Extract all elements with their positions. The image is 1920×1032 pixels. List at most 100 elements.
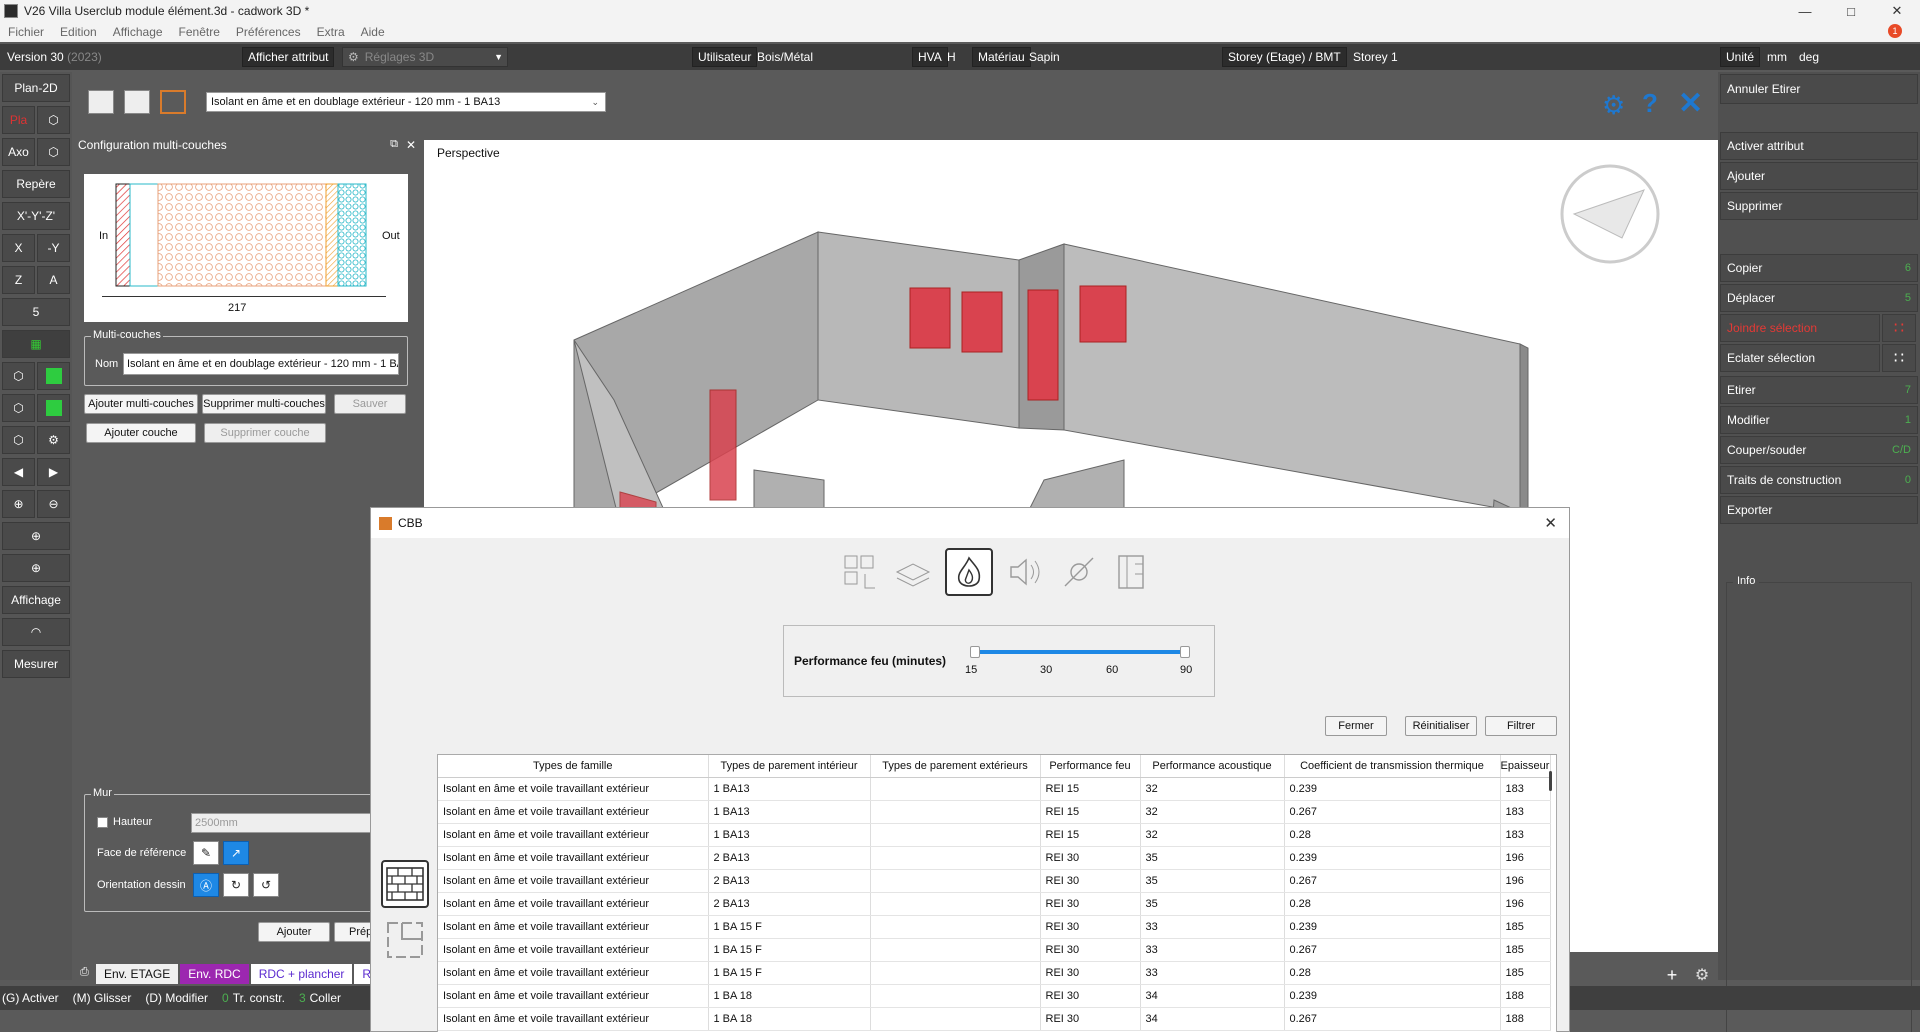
menu-preferences[interactable]: Préférences	[228, 25, 309, 39]
table-row[interactable]: Isolant en âme et voile travaillant exté…	[438, 961, 1551, 985]
table-row[interactable]: Isolant en âme et voile travaillant exté…	[438, 800, 1551, 824]
table-row[interactable]: Isolant en âme et voile travaillant exté…	[438, 892, 1551, 916]
deplacer-button[interactable]: Déplacer 5	[1720, 284, 1918, 312]
cube-green-icon[interactable]: ▦	[2, 330, 70, 358]
ajouter-multicouches-button[interactable]: Ajouter multi-couches	[84, 394, 198, 414]
tab-env-etage[interactable]: Env. ETAGE	[96, 964, 179, 984]
table-row[interactable]: Isolant en âme et voile travaillant exté…	[438, 1007, 1551, 1031]
layers-icon[interactable]	[889, 548, 937, 596]
fermer-button[interactable]: Fermer	[1325, 716, 1387, 736]
view-5-button[interactable]: 5	[2, 298, 70, 326]
maximize-icon[interactable]: □	[1828, 0, 1874, 22]
exporter-button[interactable]: Exporter	[1720, 496, 1918, 524]
panel-close-icon[interactable]: ✕	[406, 138, 416, 152]
table-row[interactable]: Isolant en âme et voile travaillant exté…	[438, 777, 1551, 801]
materiau-value[interactable]: Sapin	[1024, 47, 1065, 67]
sauver-button[interactable]: Sauver	[334, 394, 406, 414]
face-ref-edit-icon[interactable]: ✎	[193, 841, 219, 865]
affichage-button[interactable]: Affichage	[2, 586, 70, 614]
thermal-sun-icon[interactable]	[1055, 548, 1103, 596]
eclater-selection-button[interactable]: Eclater sélection	[1720, 344, 1880, 372]
col-epaisseur[interactable]: Epaisseur	[1500, 755, 1551, 778]
preparer-button[interactable]: Prép	[334, 922, 374, 942]
col-parement-exterieurs[interactable]: Types de parement extérieurs	[870, 755, 1041, 778]
print-icon[interactable]: ⎙	[80, 966, 89, 979]
plan-2d-button[interactable]: Plan-2D	[2, 74, 70, 102]
orientation-a-icon[interactable]: Ⓐ	[193, 873, 219, 897]
close-x-icon[interactable]: ✕	[1678, 86, 1703, 121]
a-view-button[interactable]: A	[37, 266, 70, 294]
ajouter-cmd-button[interactable]: Ajouter	[1720, 162, 1918, 190]
hva-value[interactable]: H	[942, 47, 961, 67]
light-right-icon[interactable]: ▶	[37, 458, 70, 486]
nom-input[interactable]: Isolant en âme et en doublage extérieur …	[123, 353, 399, 375]
table-row[interactable]: Isolant en âme et voile travaillant exté…	[438, 938, 1551, 962]
cube-top-icon[interactable]: ⬡	[37, 106, 70, 134]
explode-dots-icon[interactable]: ∷	[1882, 344, 1916, 372]
help-icon[interactable]: ?	[1642, 88, 1658, 119]
close-icon[interactable]: ✕	[1874, 0, 1920, 22]
cube-axo-icon[interactable]: ⬡	[37, 138, 70, 166]
gears-icon[interactable]: ⚙	[37, 426, 70, 454]
ajouter-button[interactable]: Ajouter	[258, 922, 330, 942]
join-dots-icon[interactable]: ∷	[1882, 314, 1916, 342]
add-tab-icon[interactable]: +	[1660, 964, 1684, 986]
wall-section-icon[interactable]	[1109, 548, 1157, 596]
menu-affichage[interactable]: Affichage	[105, 25, 171, 39]
hauteur-checkbox[interactable]	[97, 817, 108, 828]
brick-wall-icon[interactable]	[381, 860, 429, 908]
hauteur-input[interactable]: 2500mm	[191, 813, 373, 833]
range-handle-high[interactable]	[1180, 646, 1190, 658]
wireframe-cube-icon[interactable]: ⬡	[2, 362, 35, 390]
minus-y-view-button[interactable]: -Y	[37, 234, 70, 262]
mesurer-button[interactable]: Mesurer	[2, 650, 70, 678]
protractor-icon[interactable]: ◠	[2, 618, 70, 646]
ajouter-couche-button[interactable]: Ajouter couche	[86, 423, 196, 443]
selection-hand-icon[interactable]	[837, 548, 885, 596]
table-row[interactable]: Isolant en âme et voile travaillant exté…	[438, 984, 1551, 1008]
table-row[interactable]: Isolant en âme et voile travaillant exté…	[438, 869, 1551, 893]
xyz-button[interactable]: X'-Y'-Z'	[2, 202, 70, 230]
modifier-button[interactable]: Modifier 1	[1720, 406, 1918, 434]
reglages-3d-dropdown[interactable]: ⚙ Réglages 3D ▼	[342, 47, 508, 67]
unite-length[interactable]: mm	[1762, 47, 1792, 67]
floor-plan-icon[interactable]	[381, 916, 429, 964]
rotate-ccw-icon[interactable]: ↺	[253, 873, 279, 897]
menu-fenetre[interactable]: Fenêtre	[171, 25, 228, 39]
zoom-in-icon[interactable]: ⊕	[2, 490, 35, 518]
zoom-out-icon[interactable]: ⊖	[37, 490, 70, 518]
fire-icon[interactable]	[945, 548, 993, 596]
face-ref-external-icon[interactable]: ↗	[223, 841, 249, 865]
supprimer-couche-button[interactable]: Supprimer couche	[204, 423, 326, 443]
repere-button[interactable]: Repère	[2, 170, 70, 198]
tab-env-rdc[interactable]: Env. RDC	[180, 964, 249, 984]
utilisateur-value[interactable]: Bois/Métal	[752, 47, 818, 67]
range-slider-track[interactable]	[970, 646, 1190, 658]
col-performance-acoustique[interactable]: Performance acoustique	[1140, 755, 1285, 778]
filtrer-button[interactable]: Filtrer	[1485, 716, 1557, 736]
menu-extra[interactable]: Extra	[309, 25, 353, 39]
float-icon[interactable]: ⧉	[390, 138, 398, 151]
annuler-etirer-button[interactable]: Annuler Etirer	[1720, 74, 1918, 104]
light-left-icon[interactable]: ◀	[2, 458, 35, 486]
table-row[interactable]: Isolant en âme et voile travaillant exté…	[438, 823, 1551, 847]
menu-edition[interactable]: Edition	[52, 25, 105, 39]
rotate-cw-icon[interactable]: ↻	[223, 873, 249, 897]
multicouche-dropdown[interactable]: Isolant en âme et en doublage extérieur …	[206, 92, 606, 112]
supprimer-cmd-button[interactable]: Supprimer	[1720, 192, 1918, 220]
copier-button[interactable]: Copier 6	[1720, 254, 1918, 282]
activer-attribut-button[interactable]: Activer attribut	[1720, 132, 1918, 160]
notification-badge[interactable]: 1	[1888, 24, 1902, 38]
cbb-close-icon[interactable]: ✕	[1544, 514, 1557, 532]
solid-green-cube-icon[interactable]	[37, 362, 70, 390]
couper-souder-button[interactable]: Couper/souder C/D	[1720, 436, 1918, 464]
joindre-selection-button[interactable]: Joindre sélection	[1720, 314, 1880, 342]
tab-settings-icon[interactable]: ⚙	[1690, 964, 1714, 986]
results-table[interactable]: Types de famille Types de parement intér…	[437, 754, 1557, 1032]
house-edit-icon[interactable]	[124, 90, 150, 114]
settings-gear-icon[interactable]: ⚙	[1602, 90, 1625, 121]
z-view-button[interactable]: Z	[2, 266, 35, 294]
zoom-all-icon[interactable]: ⊕	[2, 554, 70, 582]
unite-angle[interactable]: deg	[1794, 47, 1824, 67]
col-types-famille[interactable]: Types de famille	[438, 755, 709, 778]
